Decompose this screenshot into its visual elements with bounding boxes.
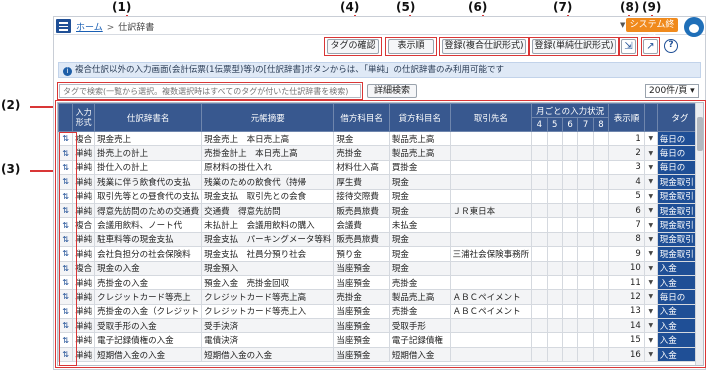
callout-4: (4) bbox=[340, 0, 360, 14]
highlight-register-simple bbox=[529, 37, 619, 56]
info-banner: i 複合仕訳以外の入力画面(会計伝票(1伝票型)等)の[仕訳辞書]ボタンからは、「… bbox=[58, 62, 701, 78]
hamburger-menu-icon[interactable] bbox=[56, 19, 71, 33]
highlight-tag-confirm bbox=[324, 37, 382, 56]
info-message: 複合仕訳以外の入力画面(会計伝票(1伝票型)等)の[仕訳辞書]ボタンからは、「単… bbox=[75, 65, 505, 75]
system-exit-button[interactable]: システム終了 bbox=[626, 18, 678, 44]
callout-5: (5) bbox=[396, 0, 416, 14]
breadcrumb-separator: > bbox=[106, 23, 115, 33]
info-icon: i bbox=[63, 67, 72, 76]
highlight-popout bbox=[641, 37, 660, 56]
highlight-table bbox=[55, 100, 706, 368]
breadcrumb: ホーム > 仕訳辞書 bbox=[76, 20, 154, 33]
per-page-select[interactable]: 200件/頁 ▾ bbox=[645, 84, 699, 98]
callout-2: (2) bbox=[1, 98, 21, 112]
mascot-avatar-icon[interactable] bbox=[684, 17, 704, 37]
chevron-down-icon[interactable]: ▼ bbox=[620, 21, 625, 29]
highlight-display-order bbox=[385, 37, 437, 56]
top-bar: ホーム>仕訳辞書 ▼ システム終了 bbox=[54, 17, 705, 44]
callout-8: (8) bbox=[620, 0, 640, 14]
highlight-sort-column bbox=[59, 132, 77, 366]
breadcrumb-home-link[interactable]: ホーム bbox=[76, 23, 103, 33]
callout-6: (6) bbox=[468, 0, 488, 14]
breadcrumb-current: 仕訳辞書 bbox=[118, 23, 155, 33]
help-icon[interactable]: ? bbox=[664, 39, 678, 53]
highlight-search bbox=[57, 82, 363, 100]
callout-7: (7) bbox=[553, 0, 573, 14]
callout-1: (1) bbox=[112, 0, 132, 14]
detail-search-button[interactable]: 詳細検索 bbox=[367, 84, 417, 98]
highlight-register-composite bbox=[439, 37, 529, 56]
callout-3: (3) bbox=[1, 162, 21, 176]
app-window: ホーム>仕訳辞書 ▼ システム終了 タグの確認 表示順 登録(複合仕訳形式) 登… bbox=[53, 16, 706, 370]
callout-9: (9) bbox=[642, 0, 662, 14]
highlight-expand bbox=[619, 37, 638, 56]
